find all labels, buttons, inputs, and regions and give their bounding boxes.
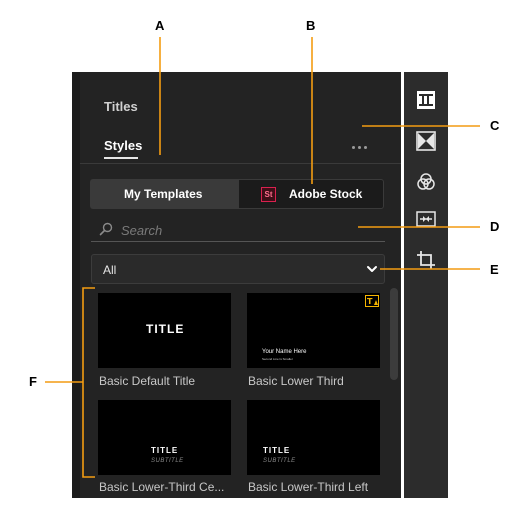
more-dot-icon [364,146,367,149]
template-label: Basic Default Title [99,374,196,388]
thumbnail-title-text: TITLE [146,322,185,336]
tab-styles[interactable]: Styles [104,138,142,153]
more-options-button[interactable] [350,140,370,154]
thumbnail-name-text: Your Name Here [262,349,307,355]
adobe-stock-icon: St [261,187,276,202]
tab-divider [80,163,401,164]
template-thumbnail-basic-lower-third-center[interactable]: TITLE SUBTITLE [98,400,231,475]
my-templates-tab[interactable]: My Templates [90,179,238,209]
callout-f: F [29,374,37,389]
template-thumbnail-basic-lower-third-left[interactable]: TITLE SUBTITLE [247,400,380,475]
callout-a: A [155,18,165,33]
thumbnail-subtitle-text: SUBTITLE [151,458,184,464]
thumbnail-title-text: TITLE [151,446,179,455]
callout-e: E [490,262,499,277]
callout-d: D [490,219,500,234]
thumbnail-subtitle-text: SUBTITLE [263,458,296,464]
template-label: Basic Lower-Third Left [248,480,369,494]
crop-icon[interactable] [416,250,436,270]
more-dot-icon [358,146,361,149]
audio-icon[interactable] [416,209,436,229]
active-tab-indicator [104,157,138,159]
more-dot-icon [352,146,355,149]
svg-text:T: T [367,297,373,306]
my-templates-label: My Templates [124,187,203,201]
search-field [91,217,385,242]
template-thumbnail-basic-default-title[interactable]: TITLE [98,293,231,368]
callout-b: B [306,18,316,33]
callout-c: C [490,118,500,133]
adobe-stock-label: Adobe Stock [289,187,363,201]
template-label: Basic Lower Third [248,374,344,388]
transitions-icon[interactable] [416,131,436,151]
scrollbar-thumb[interactable] [390,288,398,380]
stock-template-icon: T [365,295,379,307]
tab-titles[interactable]: Titles [104,99,138,114]
template-label: Basic Lower-Third Ce... [99,480,225,494]
search-icon [99,222,113,236]
thumbnail-title-text: TITLE [263,446,291,455]
category-dropdown[interactable]: All [91,254,385,284]
search-input[interactable] [119,220,373,240]
chevron-down-icon [367,266,377,272]
template-thumbnail-basic-lower-third[interactable]: Your Name Here Second Line Is Smaller T [247,293,380,368]
color-icon[interactable] [416,172,436,192]
essential-graphics-icon[interactable] [416,90,436,110]
thumbnail-second-line-text: Second Line Is Smaller [262,357,293,361]
category-selected-value: All [103,263,117,277]
panel-edge [72,72,80,498]
adobe-stock-tab[interactable]: St Adobe Stock [238,179,384,209]
